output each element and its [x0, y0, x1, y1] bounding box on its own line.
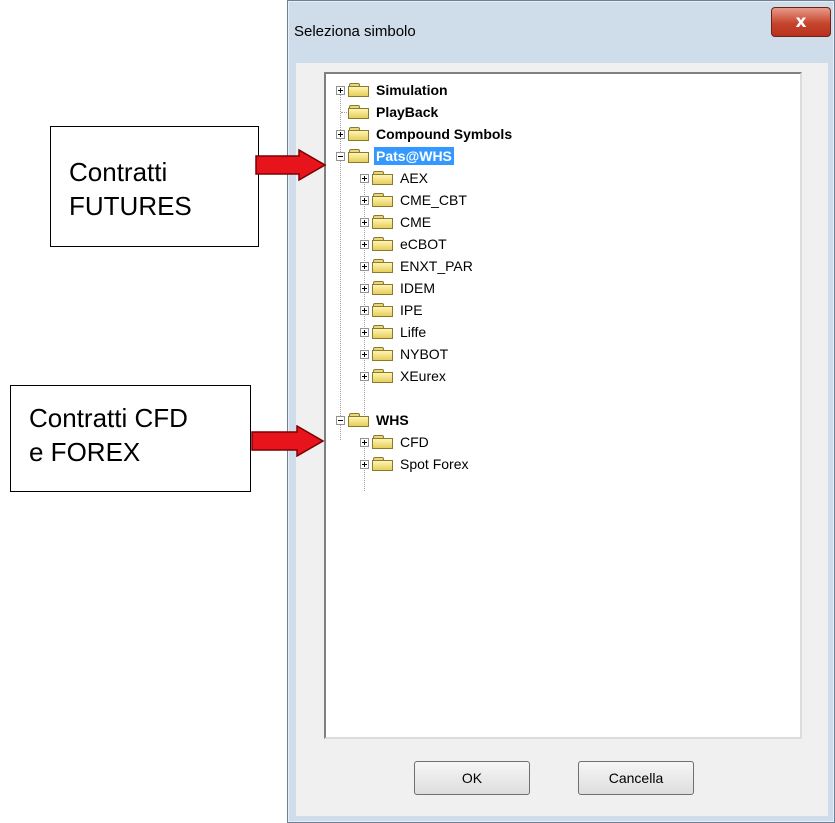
tree-item-label: Spot Forex — [400, 456, 469, 472]
expand-icon[interactable] — [360, 437, 369, 447]
close-icon: x — [795, 12, 807, 32]
tree-item-aex[interactable]: AEX — [360, 167, 430, 189]
folder-icon — [348, 83, 370, 97]
arrow-futures-icon — [255, 149, 327, 181]
expand-icon[interactable] — [360, 217, 369, 227]
folder-icon — [372, 281, 394, 295]
tree-item-label: NYBOT — [400, 346, 449, 362]
ok-button[interactable]: OK — [414, 761, 530, 795]
tree-item-idem[interactable]: IDEM — [360, 277, 437, 299]
expand-icon[interactable] — [360, 173, 369, 183]
expand-icon[interactable] — [336, 129, 345, 139]
tree-item-label: ENXT_PAR — [400, 258, 473, 274]
expand-icon[interactable] — [360, 283, 369, 293]
dialog-client-area: Simulation PlayBack Compound Symbols Pat… — [296, 63, 828, 816]
title-bar[interactable]: Seleziona simbolo x — [288, 1, 834, 63]
folder-icon — [372, 369, 394, 383]
tree-item-label: Liffe — [400, 324, 427, 340]
folder-icon — [372, 325, 394, 339]
dialog-window: Seleziona simbolo x Simulation PlayBack … — [287, 0, 835, 823]
folder-open-icon — [348, 149, 370, 163]
tree-item-ipe[interactable]: IPE — [360, 299, 425, 321]
tree-item-whs[interactable]: WHS — [336, 409, 411, 431]
expand-icon[interactable] — [360, 261, 369, 271]
tree-item-cme-cbt[interactable]: CME_CBT — [360, 189, 469, 211]
expand-icon[interactable] — [360, 305, 369, 315]
callout-futures-line1: Contratti — [69, 157, 168, 187]
tree-item-pats-whs[interactable]: Pats@WHS — [336, 145, 454, 167]
expand-icon[interactable] — [360, 459, 369, 469]
arrow-cfd-icon — [251, 425, 325, 457]
close-button[interactable]: x — [771, 7, 831, 37]
expand-icon[interactable] — [360, 371, 369, 381]
callout-futures-line2: FUTURES — [69, 191, 192, 221]
tree-item-label: CME_CBT — [400, 192, 467, 208]
tree-item-label: AEX — [400, 170, 429, 186]
folder-icon — [372, 193, 394, 207]
tree-item-label: Pats@WHS — [374, 147, 454, 165]
tree-item-label: IPE — [400, 302, 423, 318]
tree-item-label: Simulation — [376, 82, 448, 98]
folder-icon — [372, 237, 394, 251]
callout-cfd-line1: Contratti CFD — [29, 403, 188, 433]
collapse-icon[interactable] — [336, 151, 345, 161]
expand-icon[interactable] — [360, 239, 369, 249]
window-title: Seleziona simbolo — [294, 23, 416, 40]
callout-futures: Contratti FUTURES — [50, 126, 259, 247]
folder-icon — [372, 259, 394, 273]
callout-cfd-forex: Contratti CFD e FOREX — [10, 385, 251, 492]
tree-item-spot-forex[interactable]: Spot Forex — [360, 453, 470, 475]
folder-icon — [372, 171, 394, 185]
tree-item-xeurex[interactable]: XEurex — [360, 365, 448, 387]
tree-item-ecbot[interactable]: eCBOT — [360, 233, 449, 255]
tree-item-label: eCBOT — [400, 236, 447, 252]
tree-item-label: WHS — [376, 412, 409, 428]
expand-icon[interactable] — [360, 349, 369, 359]
tree-item-liffe[interactable]: Liffe — [360, 321, 428, 343]
cancel-button[interactable]: Cancella — [578, 761, 694, 795]
folder-icon — [372, 457, 394, 471]
callout-cfd-line2: e FOREX — [29, 437, 141, 467]
tree-item-enxt-par[interactable]: ENXT_PAR — [360, 255, 475, 277]
tree-item-cfd[interactable]: CFD — [360, 431, 431, 453]
tree-item-label: XEurex — [400, 368, 446, 384]
tree-item-compound-symbols[interactable]: Compound Symbols — [336, 123, 514, 145]
folder-icon — [348, 127, 370, 141]
tree-item-label: CFD — [400, 434, 429, 450]
tree-item-playback[interactable]: PlayBack — [336, 101, 440, 123]
tree-item-label: PlayBack — [376, 104, 439, 120]
folder-icon — [372, 303, 394, 317]
expand-icon[interactable] — [360, 195, 369, 205]
tree-item-label: IDEM — [400, 280, 435, 296]
folder-icon — [372, 435, 394, 449]
folder-icon — [372, 215, 394, 229]
folder-open-icon — [348, 413, 370, 427]
expand-icon[interactable] — [336, 85, 345, 95]
tree-item-cme[interactable]: CME — [360, 211, 433, 233]
symbol-tree[interactable]: Simulation PlayBack Compound Symbols Pat… — [324, 72, 802, 739]
tree-item-label: Compound Symbols — [376, 126, 513, 142]
tree-item-simulation[interactable]: Simulation — [336, 79, 450, 101]
expand-icon[interactable] — [360, 327, 369, 337]
tree-item-label: CME — [400, 214, 432, 230]
tree-item-nybot[interactable]: NYBOT — [360, 343, 450, 365]
folder-icon — [348, 105, 370, 119]
collapse-icon[interactable] — [336, 415, 345, 425]
folder-icon — [372, 347, 394, 361]
